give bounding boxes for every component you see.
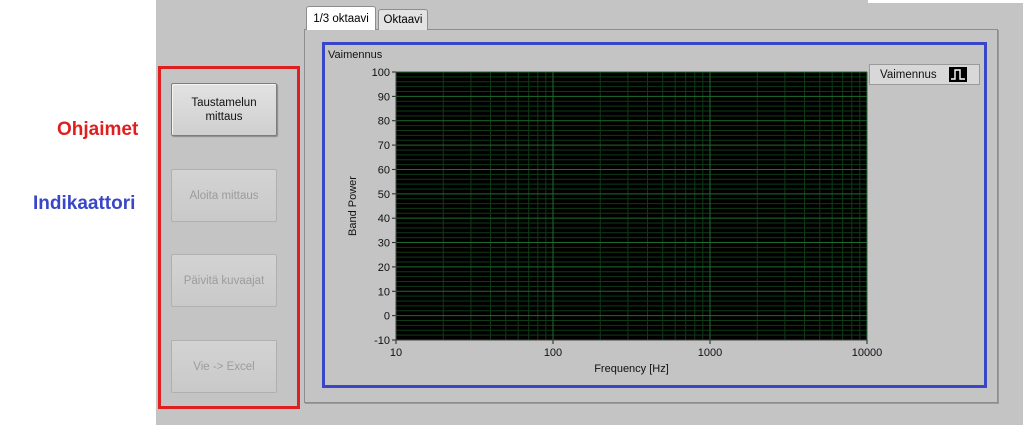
y-axis-label: Band Power [347, 176, 359, 236]
update-graphs-button[interactable]: Päivitä kuvaajat [171, 254, 277, 307]
plot-legend[interactable]: Vaimennus [869, 64, 980, 85]
indicator-annotation: Indikaattori [33, 193, 136, 214]
y-tick-label: 40 [378, 213, 390, 225]
panel-edge [868, 0, 1023, 3]
y-tick-label: 90 [378, 91, 390, 103]
x-axis-label: Frequency [Hz] [594, 363, 669, 375]
y-tick-label: 50 [378, 189, 390, 201]
controls-annotation: Ohjaimet [57, 119, 139, 140]
y-tick-label: -10 [374, 335, 390, 347]
tab-octave[interactable]: Oktaavi [378, 9, 428, 30]
y-tick-label: 100 [372, 67, 390, 79]
y-tick-label: 0 [384, 311, 390, 323]
y-tick-label: 30 [378, 238, 390, 250]
step-plot-icon[interactable] [949, 67, 967, 82]
export-excel-button[interactable]: Vie -> Excel [171, 340, 277, 393]
x-tick-label: 10 [390, 347, 402, 359]
y-tick-label: 20 [378, 262, 390, 274]
y-tick-label: 60 [378, 164, 390, 176]
start-measurement-button[interactable]: Aloita mittaus [171, 169, 277, 222]
y-tick-label: 70 [378, 140, 390, 152]
background-noise-measure-button[interactable]: Taustamelun mittaus [171, 83, 277, 136]
legend-label: Vaimennus [880, 68, 937, 81]
y-tick-label: 10 [378, 286, 390, 298]
x-tick-label: 10000 [852, 347, 883, 359]
tab-third-octave[interactable]: 1/3 oktaavi [306, 6, 376, 30]
y-tick-label: 80 [378, 116, 390, 128]
plot-area [396, 72, 867, 340]
x-tick-label: 1000 [698, 347, 722, 359]
x-tick-label: 100 [544, 347, 562, 359]
band-power-chart: 1009080706050403020100-1010 100 1000 10000F… [347, 67, 883, 375]
